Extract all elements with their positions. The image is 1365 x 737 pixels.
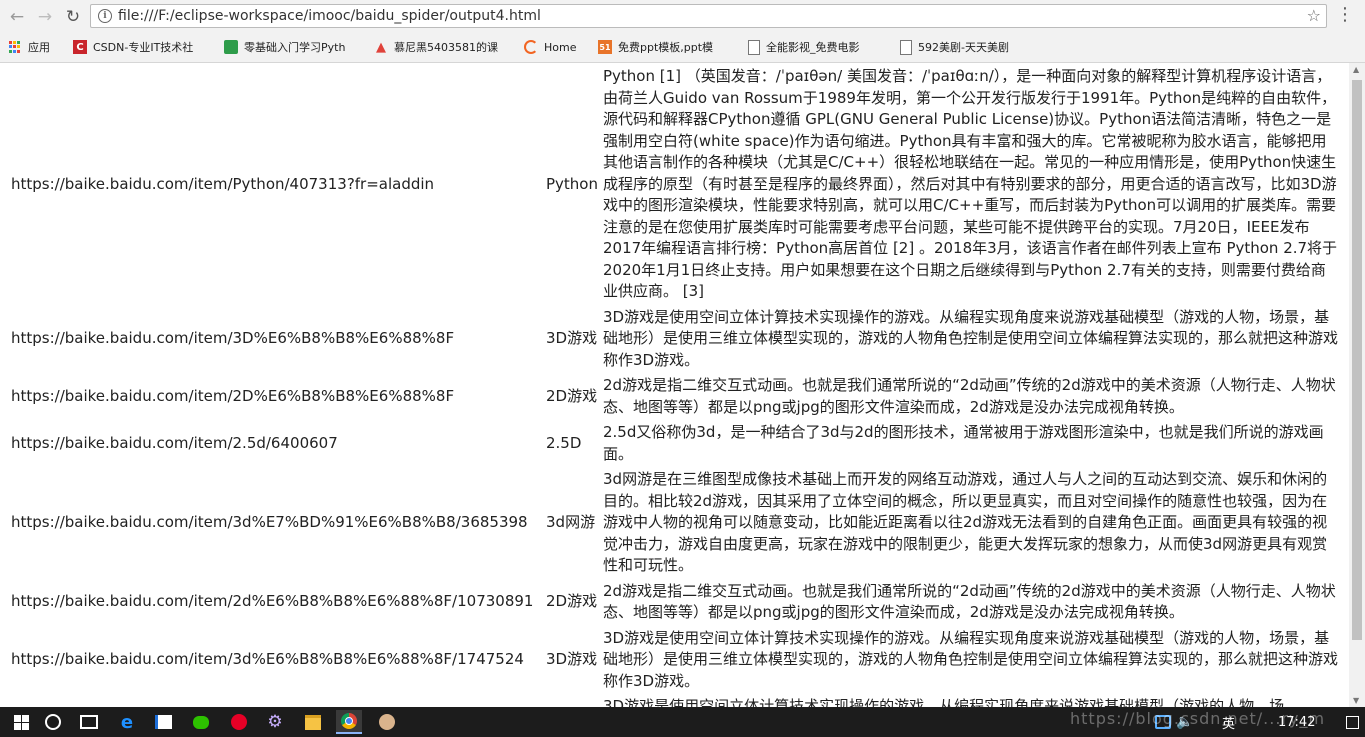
summary-cell: Python [1] （英国发音：/ˈpaɪθən/ 美国发音：/ˈpaɪθɑː… xyxy=(603,67,1338,300)
table-row: https://baike.baidu.com/item/2.5d/640060… xyxy=(10,421,1339,466)
bookmark-ppt[interactable]: 51 免费ppt模板,ppt模 xyxy=(598,36,713,58)
table-row: https://baike.baidu.com/item/2d%E6%B8%B8… xyxy=(10,580,1339,625)
summary-cell: 3d网游是在三维图型成像技术基础上而开发的网络互动游戏，通过人与人之间的互动达到… xyxy=(603,470,1328,574)
bookmark-green-icon xyxy=(224,40,238,54)
bookmark-label: 零基础入门学习Pyth xyxy=(244,41,346,54)
summary-cell: 3D游戏是使用空间立体计算技术实现操作的游戏。从编程实现角度来说游戏基础模型（游… xyxy=(603,307,1339,369)
table-row: https://baike.baidu.com/item/2D%E6%B8%B8… xyxy=(10,374,1339,419)
name-cell xyxy=(545,695,600,707)
bookmark-home[interactable]: Home xyxy=(524,36,576,58)
bookmark-imooc[interactable]: ▲ 慕尼黑5403581的课 xyxy=(374,36,498,58)
scroll-down-arrow-icon[interactable]: ▼ xyxy=(1353,696,1359,705)
url-cell: https://baike.baidu.com/item/3D%E6%B8%B8… xyxy=(11,329,455,347)
csdn-icon: C xyxy=(73,40,87,54)
file-explorer-icon[interactable] xyxy=(300,710,326,734)
scroll-up-arrow-icon[interactable]: ▲ xyxy=(1353,65,1359,74)
browser-menu-icon[interactable]: ⋮ xyxy=(1335,5,1355,25)
address-url[interactable]: file:///F:/eclipse-workspace/imooc/baidu… xyxy=(118,8,541,24)
summary-cell: 2d游戏是指二维交互式动画。也就是我们通常所说的“2d动画”传统的2d游戏中的美… xyxy=(603,376,1336,416)
windows-start-icon[interactable] xyxy=(8,710,34,734)
url-cell: https://baike.baidu.com/item/2.5d/640060… xyxy=(11,433,338,452)
notepad-app-icon[interactable] xyxy=(150,710,176,734)
url-cell: https://baike.baidu.com/item/2d%E6%B8%B8… xyxy=(11,592,534,611)
chrome-browser-icon[interactable] xyxy=(336,710,362,734)
bookmarks-bar: 应用 C CSDN-专业IT技术社 零基础入门学习Pyth ▲ 慕尼黑54035… xyxy=(0,36,1365,58)
bookmark-star-icon[interactable]: ☆ xyxy=(1307,6,1321,25)
search-circle-icon[interactable] xyxy=(40,710,66,734)
table-row: https://baike.baidu.com/item/3d%E6%B8%B8… xyxy=(10,627,1339,694)
name-cell: 3D游戏 xyxy=(546,650,598,668)
name-cell: 3D游戏 xyxy=(546,329,598,347)
back-arrow-icon[interactable]: ← xyxy=(6,6,28,28)
wechat-icon[interactable] xyxy=(188,710,214,734)
summary-cell: 2.5d又俗称伪3d，是一种结合了3d与2d的图形技术，通常被用于游戏图形渲染中… xyxy=(603,423,1324,463)
avatar-app-icon[interactable] xyxy=(374,710,400,734)
summary-cell: 3D游戏是使用空间立体计算技术实现操作的游戏。从编程实现角度来说游戏基础模型（游… xyxy=(603,697,1285,707)
bookmark-python-course[interactable]: 零基础入门学习Pyth xyxy=(224,36,345,58)
bookmark-csdn[interactable]: C CSDN-专业IT技术社 xyxy=(73,36,193,58)
edge-browser-icon[interactable]: e xyxy=(114,710,140,734)
table-row: https://baike.baidu.com/item/3D%E6%B8%B8… xyxy=(10,306,1339,373)
page-content: https://baike.baidu.com/item/Python/4073… xyxy=(0,63,1349,707)
url-cell: https://baike.baidu.com/item/Python/4073… xyxy=(11,174,435,193)
page-icon xyxy=(900,39,912,55)
flame-icon: ▲ xyxy=(376,39,386,55)
apps-grid-icon xyxy=(9,40,22,54)
bookmark-label: 592美剧-天天美剧 xyxy=(918,41,1009,54)
forward-arrow-icon[interactable]: → xyxy=(34,6,56,28)
bookmark-label: 全能影视_免费电影 xyxy=(766,41,860,54)
vertical-scrollbar[interactable]: ▲ ▼ xyxy=(1349,63,1365,707)
address-bar[interactable]: i file:///F:/eclipse-workspace/imooc/bai… xyxy=(90,4,1327,28)
ppt-icon: 51 xyxy=(598,40,612,54)
bookmark-label: 慕尼黑5403581的课 xyxy=(394,41,498,54)
netease-music-icon[interactable] xyxy=(226,710,252,734)
blog-watermark: https://blog.csdn.net/...ry_m xyxy=(1070,709,1326,728)
name-cell: Python xyxy=(546,174,598,193)
url-cell: https://baike.baidu.com/item/2D%E6%B8%B8… xyxy=(11,386,455,405)
url-cell: https://baike.baidu.com/item/3d%E7%BD%91… xyxy=(11,513,528,531)
page-icon xyxy=(748,39,760,55)
name-cell: 2D游戏 xyxy=(546,592,598,611)
eclipse-gear-icon[interactable]: ⚙ xyxy=(262,710,288,734)
summary-cell: 3D游戏是使用空间立体计算技术实现操作的游戏。从编程实现角度来说游戏基础模型（游… xyxy=(603,628,1339,690)
table-row: https://baike.baidu.com/item/Python/4073… xyxy=(10,65,1339,304)
table-row: https://baike.baidu.com/item/3d%E7%BD%91… xyxy=(10,468,1339,578)
name-cell: 2D游戏 xyxy=(546,386,598,405)
home-ring-icon xyxy=(524,40,538,54)
name-cell: 2.5D xyxy=(546,433,582,452)
scrollbar-thumb[interactable] xyxy=(1352,80,1362,640)
bookmark-movies[interactable]: 全能影视_免费电影 xyxy=(748,36,860,58)
url-cell: https://baike.baidu.com/item/3d%E6%B8%B8… xyxy=(11,650,524,668)
name-cell: 3d网游 xyxy=(546,513,596,531)
table-row: 3D游戏是使用空间立体计算技术实现操作的游戏。从编程实现角度来说游戏基础模型（游… xyxy=(10,695,1339,707)
bookmark-label: CSDN-专业IT技术社 xyxy=(93,41,194,54)
reload-icon[interactable]: ↻ xyxy=(62,6,84,28)
task-view-icon[interactable] xyxy=(76,710,102,734)
notification-icon[interactable] xyxy=(1346,707,1359,737)
info-icon[interactable]: i xyxy=(98,9,112,23)
results-table: https://baike.baidu.com/item/Python/4073… xyxy=(8,63,1341,707)
bookmark-meiju[interactable]: 592美剧-天天美剧 xyxy=(900,36,1009,58)
bookmark-apps[interactable]: 应用 xyxy=(9,36,50,58)
browser-chrome: ← → ↻ i file:///F:/eclipse-workspace/imo… xyxy=(0,0,1365,63)
url-cell xyxy=(10,695,543,707)
bookmark-label: 免费ppt模板,ppt模 xyxy=(618,41,714,54)
bookmark-label: 应用 xyxy=(28,41,50,54)
bookmark-label: Home xyxy=(544,40,577,54)
summary-cell: 2d游戏是指二维交互式动画。也就是我们通常所说的“2d动画”传统的2d游戏中的美… xyxy=(603,581,1336,622)
